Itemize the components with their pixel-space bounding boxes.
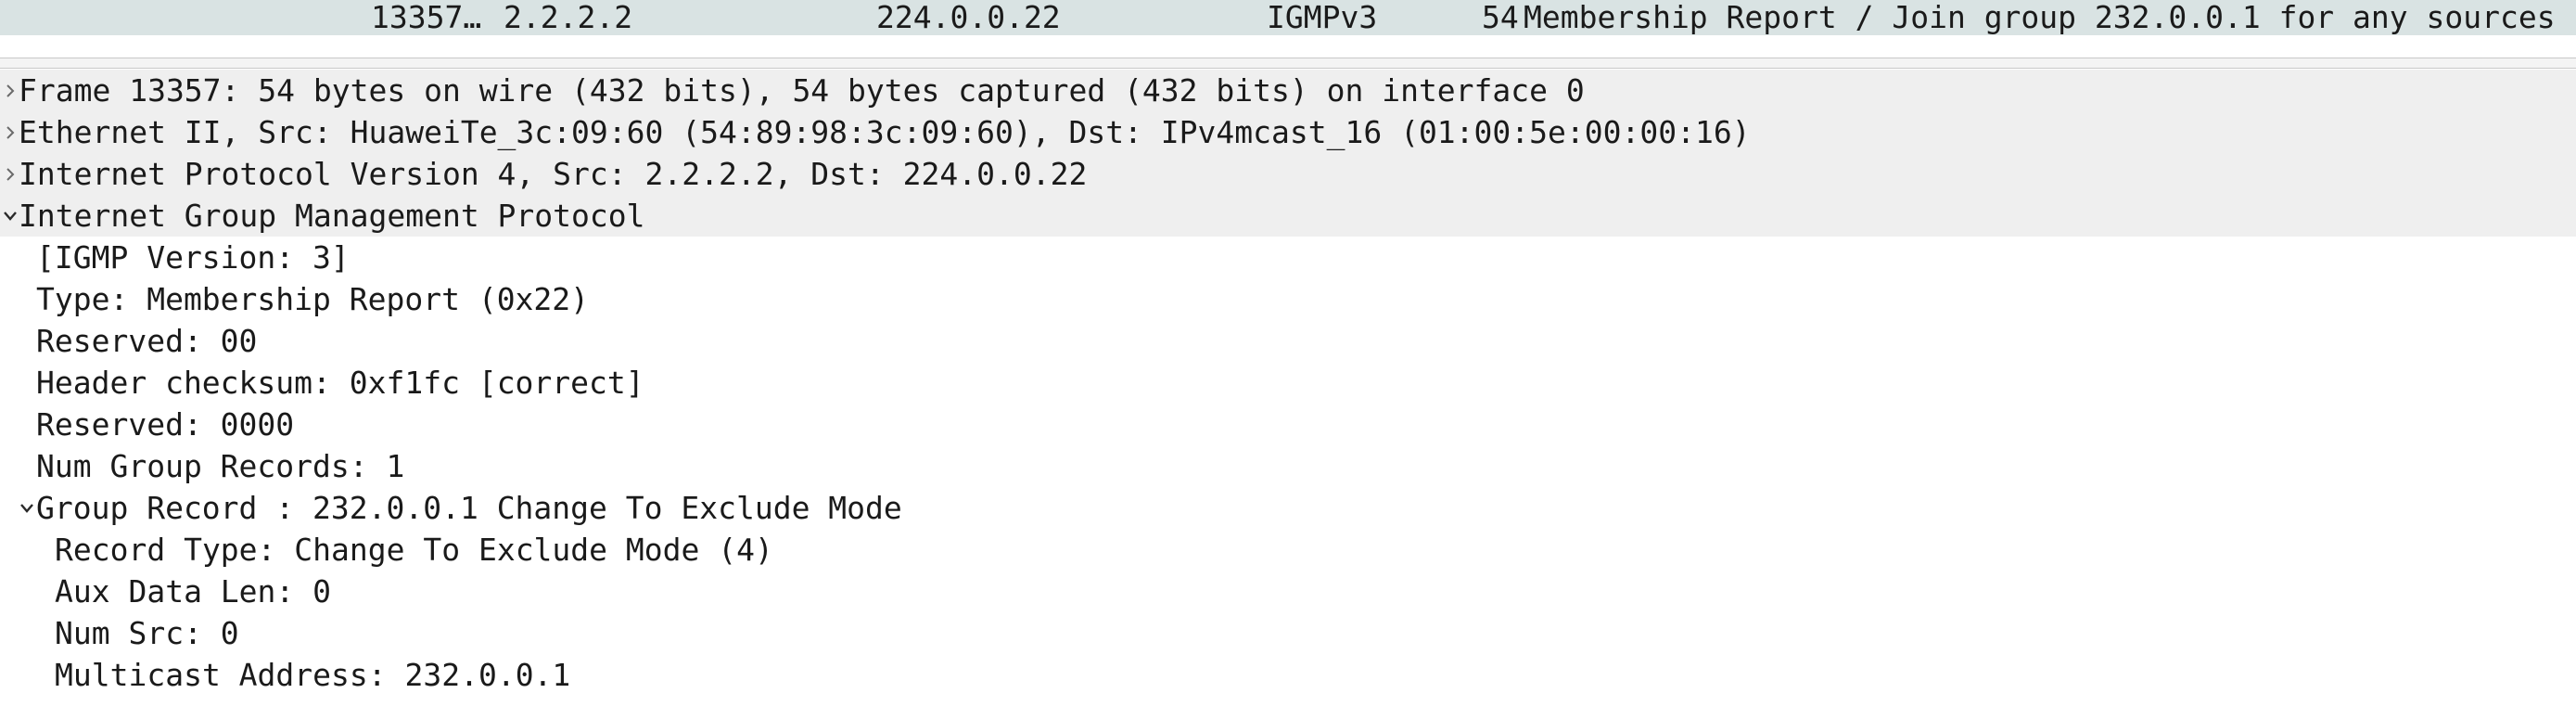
tree-item-label: [IGMP Version: 3] xyxy=(36,239,350,276)
tree-item-igmp-type[interactable]: Type: Membership Report (0x22) xyxy=(0,278,2576,320)
tree-item-label: Header checksum: 0xf1fc [correct] xyxy=(36,365,644,401)
chevron-right-icon[interactable] xyxy=(2,153,19,195)
tree-item-label: Num Src: 0 xyxy=(55,615,239,651)
tree-item-label: Aux Data Len: 0 xyxy=(55,573,332,610)
tree-item-igmp[interactable]: Internet Group Management Protocol xyxy=(0,195,2576,237)
wireshark-window: 13357… 2.2.2.2 224.0.0.22 IGMPv3 54 Memb… xyxy=(0,0,2576,706)
tree-item-label: Num Group Records: 1 xyxy=(36,448,405,484)
tree-item-igmp-version[interactable]: [IGMP Version: 3] xyxy=(0,237,2576,278)
tree-item-igmp-num-records[interactable]: Num Group Records: 1 xyxy=(0,445,2576,487)
chevron-down-icon[interactable] xyxy=(2,195,19,237)
tree-item-multicast-address[interactable]: Multicast Address: 232.0.0.1 xyxy=(0,654,2576,696)
tree-item-igmp-reserved-1[interactable]: Reserved: 00 xyxy=(0,320,2576,362)
packet-destination: 224.0.0.22 xyxy=(876,0,1061,35)
tree-item-label: Reserved: 0000 xyxy=(36,406,295,443)
tree-item-label: Internet Protocol Version 4, Src: 2.2.2.… xyxy=(19,156,1088,192)
tree-item-frame[interactable]: Frame 13357: 54 bytes on wire (432 bits)… xyxy=(0,70,2576,111)
tree-item-aux-data-len[interactable]: Aux Data Len: 0 xyxy=(0,571,2576,612)
packet-details-tree: Frame 13357: 54 bytes on wire (432 bits)… xyxy=(0,70,2576,696)
pane-splitter[interactable] xyxy=(0,58,2576,69)
tree-item-igmp-checksum[interactable]: Header checksum: 0xf1fc [correct] xyxy=(0,362,2576,404)
tree-item-label: Internet Group Management Protocol xyxy=(19,198,645,234)
chevron-right-icon[interactable] xyxy=(2,70,19,111)
packet-length: 54 xyxy=(1482,0,1519,35)
tree-item-num-src[interactable]: Num Src: 0 xyxy=(0,612,2576,654)
tree-item-label: Ethernet II, Src: HuaweiTe_3c:09:60 (54:… xyxy=(19,114,1751,150)
tree-item-record-type[interactable]: Record Type: Change To Exclude Mode (4) xyxy=(0,529,2576,571)
packet-info: Membership Report / Join group 232.0.0.1… xyxy=(1524,0,2556,35)
tree-item-label: Record Type: Change To Exclude Mode (4) xyxy=(55,532,773,568)
tree-item-group-record[interactable]: Group Record : 232.0.0.1 Change To Exclu… xyxy=(0,487,2576,529)
tree-item-label: Frame 13357: 54 bytes on wire (432 bits)… xyxy=(19,72,1585,109)
packet-source: 2.2.2.2 xyxy=(504,0,633,35)
chevron-down-icon[interactable] xyxy=(19,487,35,529)
packet-protocol: IGMPv3 xyxy=(1267,0,1378,35)
tree-item-label: Type: Membership Report (0x22) xyxy=(36,281,590,317)
tree-item-ip[interactable]: Internet Protocol Version 4, Src: 2.2.2.… xyxy=(0,153,2576,195)
packet-list-row-selected[interactable]: 13357… 2.2.2.2 224.0.0.22 IGMPv3 54 Memb… xyxy=(0,0,2576,35)
packet-number: 13357… xyxy=(371,0,482,35)
tree-item-label: Multicast Address: 232.0.0.1 xyxy=(55,657,571,693)
tree-item-ethernet[interactable]: Ethernet II, Src: HuaweiTe_3c:09:60 (54:… xyxy=(0,111,2576,153)
chevron-right-icon[interactable] xyxy=(2,111,19,153)
tree-item-igmp-reserved-2[interactable]: Reserved: 0000 xyxy=(0,404,2576,445)
tree-item-label: Group Record : 232.0.0.1 Change To Exclu… xyxy=(36,490,902,526)
tree-item-label: Reserved: 00 xyxy=(36,323,258,359)
